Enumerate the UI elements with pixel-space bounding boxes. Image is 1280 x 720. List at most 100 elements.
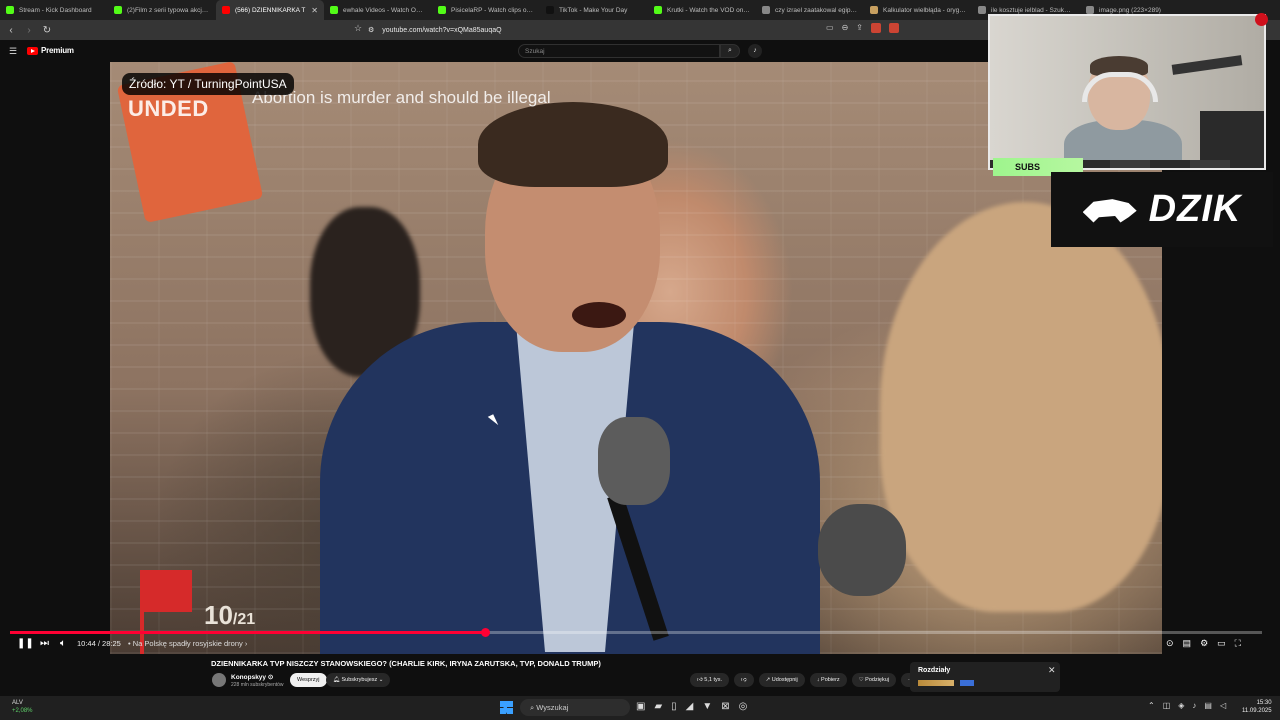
chrome-icon[interactable]: ◎ (739, 701, 748, 712)
brave-icon[interactable]: ▼ (702, 701, 712, 712)
browser-tab[interactable]: ewhale Videos - Watch On-Dem (324, 0, 432, 20)
subscribed-button[interactable]: 🔔︎ Subskrybujesz ⌄ (326, 673, 391, 687)
progress-bar[interactable] (10, 631, 1262, 634)
dislike-button[interactable]: 👎︎ (734, 673, 754, 687)
browser-tab[interactable]: (566) DZIENNIKARKA T ✕ (216, 0, 324, 20)
toolbar-actions: ▭ ⊖ ⇪ (826, 23, 899, 33)
taskbar-search[interactable]: ⌕ Wyszukaj (520, 699, 630, 716)
chapter-thumbnail[interactable] (960, 680, 974, 686)
share-icon[interactable]: ⇪ (856, 23, 863, 33)
tray-app-icon[interactable]: ◫ (1163, 701, 1171, 710)
reload-icon[interactable]: ↻ (40, 23, 54, 37)
video-banner-text: Abortion is murder and should be illegal (252, 88, 551, 107)
progress-fill (10, 631, 486, 634)
boar-icon (1082, 199, 1137, 223)
tab-label: Stream - Kick Dashboard (19, 6, 92, 14)
browser-tab[interactable]: Krutki - Watch the VOD on Ki (648, 0, 756, 20)
browser-tab[interactable]: czy izrael zaatakowal egipt - S (756, 0, 864, 20)
stock-label: ALV (12, 700, 23, 706)
cast-icon[interactable]: ▭ (826, 23, 834, 33)
search-button[interactable]: ⌕ (720, 44, 740, 58)
support-button[interactable]: Wesprzyj (290, 673, 327, 687)
youtube-logo[interactable]: Premium (27, 46, 74, 55)
windows-taskbar: ALV +2,08% ⌕ Wyszukaj ▣ ▰ ▯ ◢ ▼ ⊠ ◎ ⌃ ◫ … (0, 696, 1280, 720)
tab-favicon-icon (114, 6, 122, 14)
tab-label: PisicelaRP - Watch clips on Ki (451, 6, 534, 14)
mic-icon[interactable]: ♪ (748, 44, 762, 58)
tab-label: image.png (223×289) (1099, 6, 1161, 14)
microphone-icon[interactable]: ♪ (1192, 701, 1196, 710)
stock-change: +2,08% (12, 708, 33, 714)
stock-widget[interactable]: ALV +2,08% (12, 700, 33, 714)
counter-main: 10 (204, 600, 233, 630)
channel-name[interactable]: Konopskyy ⊙ (231, 673, 273, 681)
fullscreen-icon[interactable]: ⛶ (1235, 638, 1241, 649)
browser-tab[interactable]: TikTok - Make Your Day (540, 0, 648, 20)
microphone (598, 417, 670, 505)
tab-label: czy izrael zaatakowal egipt - S (775, 6, 858, 14)
excel-icon[interactable]: ⊠ (721, 701, 729, 712)
avatar[interactable] (212, 673, 226, 687)
extension-icon[interactable] (888, 23, 899, 33)
tab-label: (2)Film z serii typowa akcja na (127, 6, 210, 14)
bookmark-icon[interactable]: ☆ (354, 23, 362, 34)
share-button[interactable]: ↗ Udostępnij (758, 673, 805, 687)
browser-tab[interactable]: Kalkulator wielbłąda - oryginal (864, 0, 972, 20)
theater-mode-icon[interactable]: ▭ (1217, 638, 1226, 649)
close-tab-icon[interactable]: ✕ (311, 6, 318, 15)
counter-sub: /21 (232, 611, 256, 628)
record-icon[interactable] (1255, 13, 1268, 26)
like-button[interactable]: 👍︎ 5,1 tys. (690, 673, 730, 687)
back-icon[interactable]: ‹ (4, 23, 18, 37)
settings-icon[interactable]: ⚙ (1200, 638, 1208, 649)
tab-label: ile kosztuje ielblad - Szukaj w (991, 6, 1074, 14)
browser-tab[interactable]: (2)Film z serii typowa akcja na (108, 0, 216, 20)
tray-expand-icon[interactable]: ⌃ (1148, 701, 1155, 710)
tab-favicon-icon (438, 6, 446, 14)
network-icon[interactable]: ▤ (1204, 701, 1212, 710)
subscribed-label: Subskrybujesz ⌄ (341, 677, 384, 683)
thanks-button[interactable]: ♡ Podziękuj (851, 673, 897, 687)
speaker-mouth (572, 302, 626, 328)
browser-tab[interactable]: PisicelaRP - Watch clips on Ki (432, 0, 540, 20)
app-icon[interactable]: ◢ (686, 701, 694, 712)
url-text[interactable]: youtube.com/watch?v=xQMa85auqaQ (382, 27, 501, 34)
tray-app-icon[interactable]: ◈ (1178, 701, 1184, 710)
time-display: 10:44 / 28:25 (77, 639, 121, 648)
foreground-person (880, 202, 1162, 612)
search-input[interactable]: Szukaj (518, 44, 720, 58)
taskbar-apps: ▣ ▰ ▯ ◢ ▼ ⊠ ◎ (636, 701, 747, 712)
chapter-thumbnail[interactable] (918, 680, 954, 686)
tab-favicon-icon (6, 6, 14, 14)
chapters-title: Rozdziały (918, 667, 951, 674)
system-tray: ⌃ ◫ ◈ ♪ ▤ ◁ (1148, 701, 1226, 710)
browser-tab[interactable]: Stream - Kick Dashboard (0, 0, 108, 20)
tab-favicon-icon (546, 6, 554, 14)
subtitles-icon[interactable]: ▤ (1183, 638, 1192, 649)
webcam-overlay (988, 14, 1266, 170)
next-icon[interactable]: ⏭ (40, 638, 49, 649)
player-right-controls: ⊙ ▤ ⚙ ▭ ⛶ (1166, 638, 1241, 649)
extension-icon[interactable] (870, 23, 881, 33)
volume-icon[interactable]: 🔈︎ (60, 638, 66, 649)
forward-icon[interactable]: › (22, 23, 36, 37)
menu-icon[interactable]: ☰ (9, 46, 17, 57)
file-explorer-icon[interactable]: ▰ (654, 701, 662, 712)
task-view-icon[interactable]: ▣ (636, 701, 645, 712)
speaker-icon[interactable]: ◁ (1220, 701, 1226, 710)
tab-label: (566) DZIENNIKARKA T (235, 6, 306, 14)
tab-label: TikTok - Make Your Day (559, 6, 628, 14)
dzik-wordmark: DZIK (1148, 188, 1242, 230)
autoplay-toggle-icon[interactable]: ⊙ (1166, 638, 1174, 649)
zoom-icon[interactable]: ⊖ (842, 23, 849, 33)
taskbar-search-label: Wyszukaj (536, 703, 569, 712)
close-icon[interactable]: ✕ (1048, 665, 1056, 676)
chapter-link[interactable]: • Na Polskę spadły rosyjskie drony › (128, 639, 247, 648)
download-button[interactable]: ↓ Pobierz (809, 673, 847, 687)
site-info-icon[interactable]: ⚙ (368, 26, 374, 34)
taskbar-clock[interactable]: 15:30 11.09.2025 (1242, 699, 1272, 715)
windows-start-icon[interactable] (500, 701, 513, 714)
tab-label: Krutki - Watch the VOD on Ki (667, 6, 750, 14)
pause-icon[interactable]: ❚❚ (17, 638, 34, 649)
document-icon[interactable]: ▯ (671, 701, 677, 712)
